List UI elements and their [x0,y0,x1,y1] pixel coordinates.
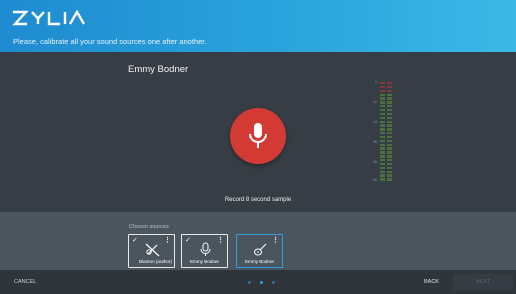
meter-segment [380,89,385,93]
level-meter [380,82,394,182]
meter-segment [380,132,385,135]
microphone-icon [249,123,267,148]
meter-segment [380,101,385,104]
meter-segment [380,162,385,166]
instruction-text: Please, calibrate all your sound sources… [13,37,207,46]
app-header: Please, calibrate all your sound sources… [0,0,516,52]
check-icon: ✓ [185,237,191,244]
meter-segment [380,93,385,96]
guitar-icon [254,243,267,256]
meter-segment [380,120,385,123]
meter-segment [380,116,385,120]
next-button[interactable]: NEXT [453,274,513,290]
back-button[interactable]: BACK [424,279,439,285]
cancel-button[interactable]: CANCEL [14,279,36,285]
meter-segment [380,97,385,100]
source-card-selected[interactable]: ⋮ Emmy Bodner [236,234,283,268]
meter-segment [387,82,392,85]
more-options-icon[interactable]: ⋮ [164,236,171,244]
source-card[interactable]: ✓ ⋮ Blanton (author) [128,234,175,268]
meter-segment [380,139,385,143]
more-options-icon[interactable]: ⋮ [272,236,279,244]
meter-segment [387,151,392,154]
meter-segment [387,174,392,177]
current-source-name: Emmy Bodner [128,64,189,75]
pagination-dots [248,281,278,285]
meter-segment [387,116,392,120]
meter-segment [380,108,385,112]
meter-segment [387,120,392,123]
meter-tick: 24- [372,120,378,124]
meter-segment [387,89,392,93]
pagination-dot [272,281,275,284]
meter-segment [387,124,392,127]
meter-segment [380,124,385,127]
meter-segment [380,112,385,116]
meter-segment [380,105,385,108]
source-card[interactable]: ✓ ⋮ Emmy Bodner [181,234,228,268]
meter-segment [380,155,385,158]
meter-segment [387,178,392,181]
chosen-sources-label: Chosen sources [129,224,169,230]
meter-segment [380,147,385,150]
pagination-dot-active [260,281,263,284]
pagination-dot [248,281,251,284]
meter-segment [380,159,385,162]
meter-segment [387,155,392,158]
source-card-label: Blanton (author) [139,259,172,264]
meter-segment [387,143,392,146]
meter-segment [387,85,392,89]
meter-tick: 0- [374,80,378,84]
meter-tick: 36- [372,140,378,144]
meter-segment [380,143,385,146]
meter-segment [380,174,385,177]
footer-bar: CANCEL BACK NEXT [0,270,516,294]
meter-channel-left [380,82,385,182]
more-options-icon[interactable]: ⋮ [217,236,224,244]
meter-segment [387,166,392,170]
check-icon: ✓ [132,237,138,244]
record-button[interactable] [230,108,286,164]
meter-segment [380,151,385,154]
source-card-label: Emmy Bodner [189,259,220,264]
zylia-logo [12,9,86,32]
meter-channel-right [387,82,392,182]
meter-segment [380,85,385,89]
muted-instrument-icon [145,243,160,257]
meter-segment [387,132,392,135]
recording-panel: Emmy Bodner Record 8 second sample 0- 12… [0,52,516,212]
meter-segment [387,162,392,166]
meter-segment [380,170,385,173]
meter-segment [380,128,385,131]
source-card-label: Emmy Bodner [244,259,275,264]
microphone-icon [200,242,211,256]
meter-segment [387,135,392,139]
meter-segment [387,128,392,131]
meter-segment [387,112,392,116]
meter-segment [380,166,385,170]
level-meter-scale: 0- 12- 24- 36- 48- 60- [366,80,378,186]
meter-segment [387,97,392,100]
meter-segment [387,93,392,96]
next-button-label: NEXT [475,279,491,285]
record-instruction: Record 8 second sample [224,197,292,203]
meter-tick: 12- [372,100,378,104]
meter-segment [387,101,392,104]
meter-segment [380,178,385,181]
meter-segment [387,147,392,150]
meter-segment [387,170,392,173]
meter-tick: 60- [372,178,378,182]
meter-segment [387,139,392,143]
meter-segment [387,105,392,108]
meter-segment [387,159,392,162]
chosen-sources-panel: Chosen sources ✓ ⋮ Blanton (author) ✓ ⋮ … [0,212,516,270]
meter-tick: 48- [372,160,378,164]
meter-segment [387,108,392,112]
meter-segment [380,82,385,85]
meter-segment [380,135,385,139]
